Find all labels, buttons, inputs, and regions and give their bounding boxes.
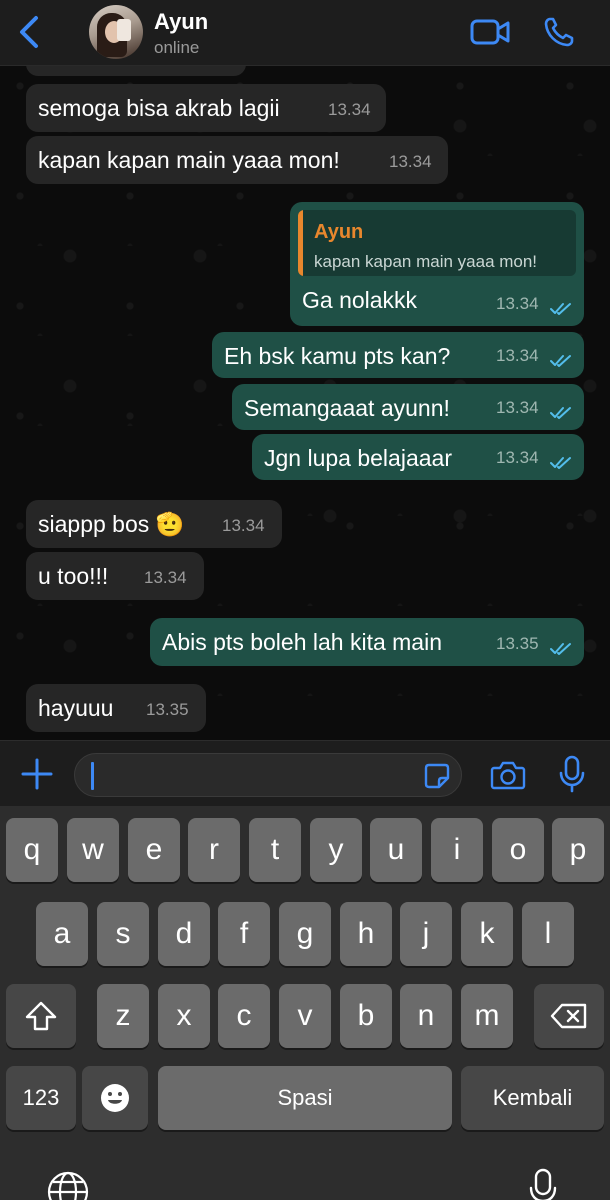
quoted-author: Ayun	[314, 221, 364, 243]
avatar[interactable]	[89, 5, 143, 59]
phone-icon[interactable]	[543, 16, 575, 48]
key-h[interactable]: h	[340, 902, 392, 966]
video-camera-icon[interactable]	[470, 18, 510, 46]
key-a[interactable]: a	[36, 902, 88, 966]
space-key[interactable]: Spasi	[158, 1066, 452, 1130]
chevron-left-icon[interactable]	[14, 14, 44, 50]
message-bubble-cut	[26, 66, 246, 76]
key-y[interactable]: y	[310, 818, 362, 882]
message-time: 13.34	[328, 100, 371, 119]
message-text: Semangaaat ayunn!	[244, 395, 450, 421]
chat-header: Ayun online	[0, 0, 610, 66]
message-bubble[interactable]: semoga bisa akrab lagii 13.34	[26, 84, 386, 132]
message-bubble[interactable]: Eh bsk kamu pts kan? 13.34	[212, 332, 584, 378]
message-bubble[interactable]: siappp bos 🫡 13.34	[26, 500, 282, 548]
emoji-key[interactable]	[82, 1066, 148, 1130]
message-text: Eh bsk kamu pts kan?	[224, 343, 451, 369]
key-g[interactable]: g	[279, 902, 331, 966]
message-bubble-reply[interactable]: Ayun kapan kapan main yaaa mon! Ga nolak…	[290, 202, 584, 326]
read-receipt-icon	[550, 457, 571, 469]
key-e[interactable]: e	[128, 818, 180, 882]
globe-icon[interactable]	[46, 1170, 90, 1200]
microphone-icon[interactable]	[559, 755, 585, 793]
message-time: 13.34	[496, 398, 539, 417]
contact-status: online	[154, 38, 200, 57]
key-k[interactable]: k	[461, 902, 513, 966]
read-receipt-icon	[550, 407, 571, 419]
backspace-icon	[550, 1003, 587, 1029]
key-s[interactable]: s	[97, 902, 149, 966]
sticker-icon[interactable]	[423, 762, 451, 790]
key-n[interactable]: n	[400, 984, 452, 1048]
message-bubble[interactable]: Jgn lupa belajaaar 13.34	[252, 434, 584, 480]
quoted-message[interactable]: Ayun kapan kapan main yaaa mon!	[298, 210, 576, 276]
message-text: hayuuu	[38, 695, 114, 721]
backspace-key[interactable]	[534, 984, 604, 1048]
message-time: 13.34	[496, 448, 539, 467]
key-t[interactable]: t	[249, 818, 301, 882]
message-time: 13.34	[496, 346, 539, 365]
message-text: siappp bos 🫡	[38, 511, 185, 537]
numbers-key[interactable]: 123	[6, 1066, 76, 1130]
message-bubble[interactable]: kapan kapan main yaaa mon! 13.34	[26, 136, 448, 184]
emoji-icon	[101, 1084, 129, 1112]
key-q[interactable]: q	[6, 818, 58, 882]
message-input[interactable]	[74, 753, 462, 797]
text-cursor	[91, 762, 94, 790]
message-time: 13.34	[496, 294, 539, 313]
message-time: 13.34	[144, 568, 187, 587]
message-text: u too!!!	[38, 563, 109, 589]
key-d[interactable]: d	[158, 902, 210, 966]
read-receipt-icon	[550, 303, 571, 315]
return-key[interactable]: Kembali	[461, 1066, 604, 1130]
quote-bar	[298, 210, 303, 276]
read-receipt-icon	[550, 643, 571, 655]
key-z[interactable]: z	[97, 984, 149, 1048]
key-u[interactable]: u	[370, 818, 422, 882]
key-r[interactable]: r	[188, 818, 240, 882]
key-l[interactable]: l	[522, 902, 574, 966]
read-receipt-icon	[550, 355, 571, 367]
composer-bar	[0, 740, 610, 806]
key-b[interactable]: b	[340, 984, 392, 1048]
message-bubble[interactable]: hayuuu 13.35	[26, 684, 206, 732]
dictation-icon[interactable]	[528, 1168, 558, 1200]
message-text: Abis pts boleh lah kita main	[162, 629, 442, 655]
message-time: 13.35	[496, 634, 539, 653]
shift-icon	[25, 1001, 57, 1031]
key-w[interactable]: w	[67, 818, 119, 882]
shift-key[interactable]	[6, 984, 76, 1048]
key-i[interactable]: i	[431, 818, 483, 882]
message-time: 13.34	[389, 152, 432, 171]
key-f[interactable]: f	[218, 902, 270, 966]
key-x[interactable]: x	[158, 984, 210, 1048]
key-j[interactable]: j	[400, 902, 452, 966]
message-bubble[interactable]: Abis pts boleh lah kita main 13.35	[150, 618, 584, 666]
key-m[interactable]: m	[461, 984, 513, 1048]
plus-icon[interactable]	[18, 755, 56, 793]
message-text: Jgn lupa belajaaar	[264, 445, 452, 471]
message-text: semoga bisa akrab lagii	[38, 95, 280, 121]
message-time: 13.35	[146, 700, 189, 719]
message-time: 13.34	[222, 516, 265, 535]
message-list[interactable]: semoga bisa akrab lagii 13.34 kapan kapa…	[0, 66, 610, 740]
key-c[interactable]: c	[218, 984, 270, 1048]
camera-icon[interactable]	[490, 760, 526, 790]
message-text: Ga nolakkk	[302, 287, 418, 313]
message-bubble[interactable]: u too!!! 13.34	[26, 552, 204, 600]
key-o[interactable]: o	[492, 818, 544, 882]
quoted-text: kapan kapan main yaaa mon!	[314, 252, 538, 271]
message-bubble[interactable]: Semangaaat ayunn! 13.34	[232, 384, 584, 430]
keyboard: q w e r t y u i o p a s d f g h j k l z …	[0, 806, 610, 1200]
contact-name[interactable]: Ayun	[154, 9, 208, 35]
key-p[interactable]: p	[552, 818, 604, 882]
message-text: kapan kapan main yaaa mon!	[38, 147, 340, 173]
key-v[interactable]: v	[279, 984, 331, 1048]
